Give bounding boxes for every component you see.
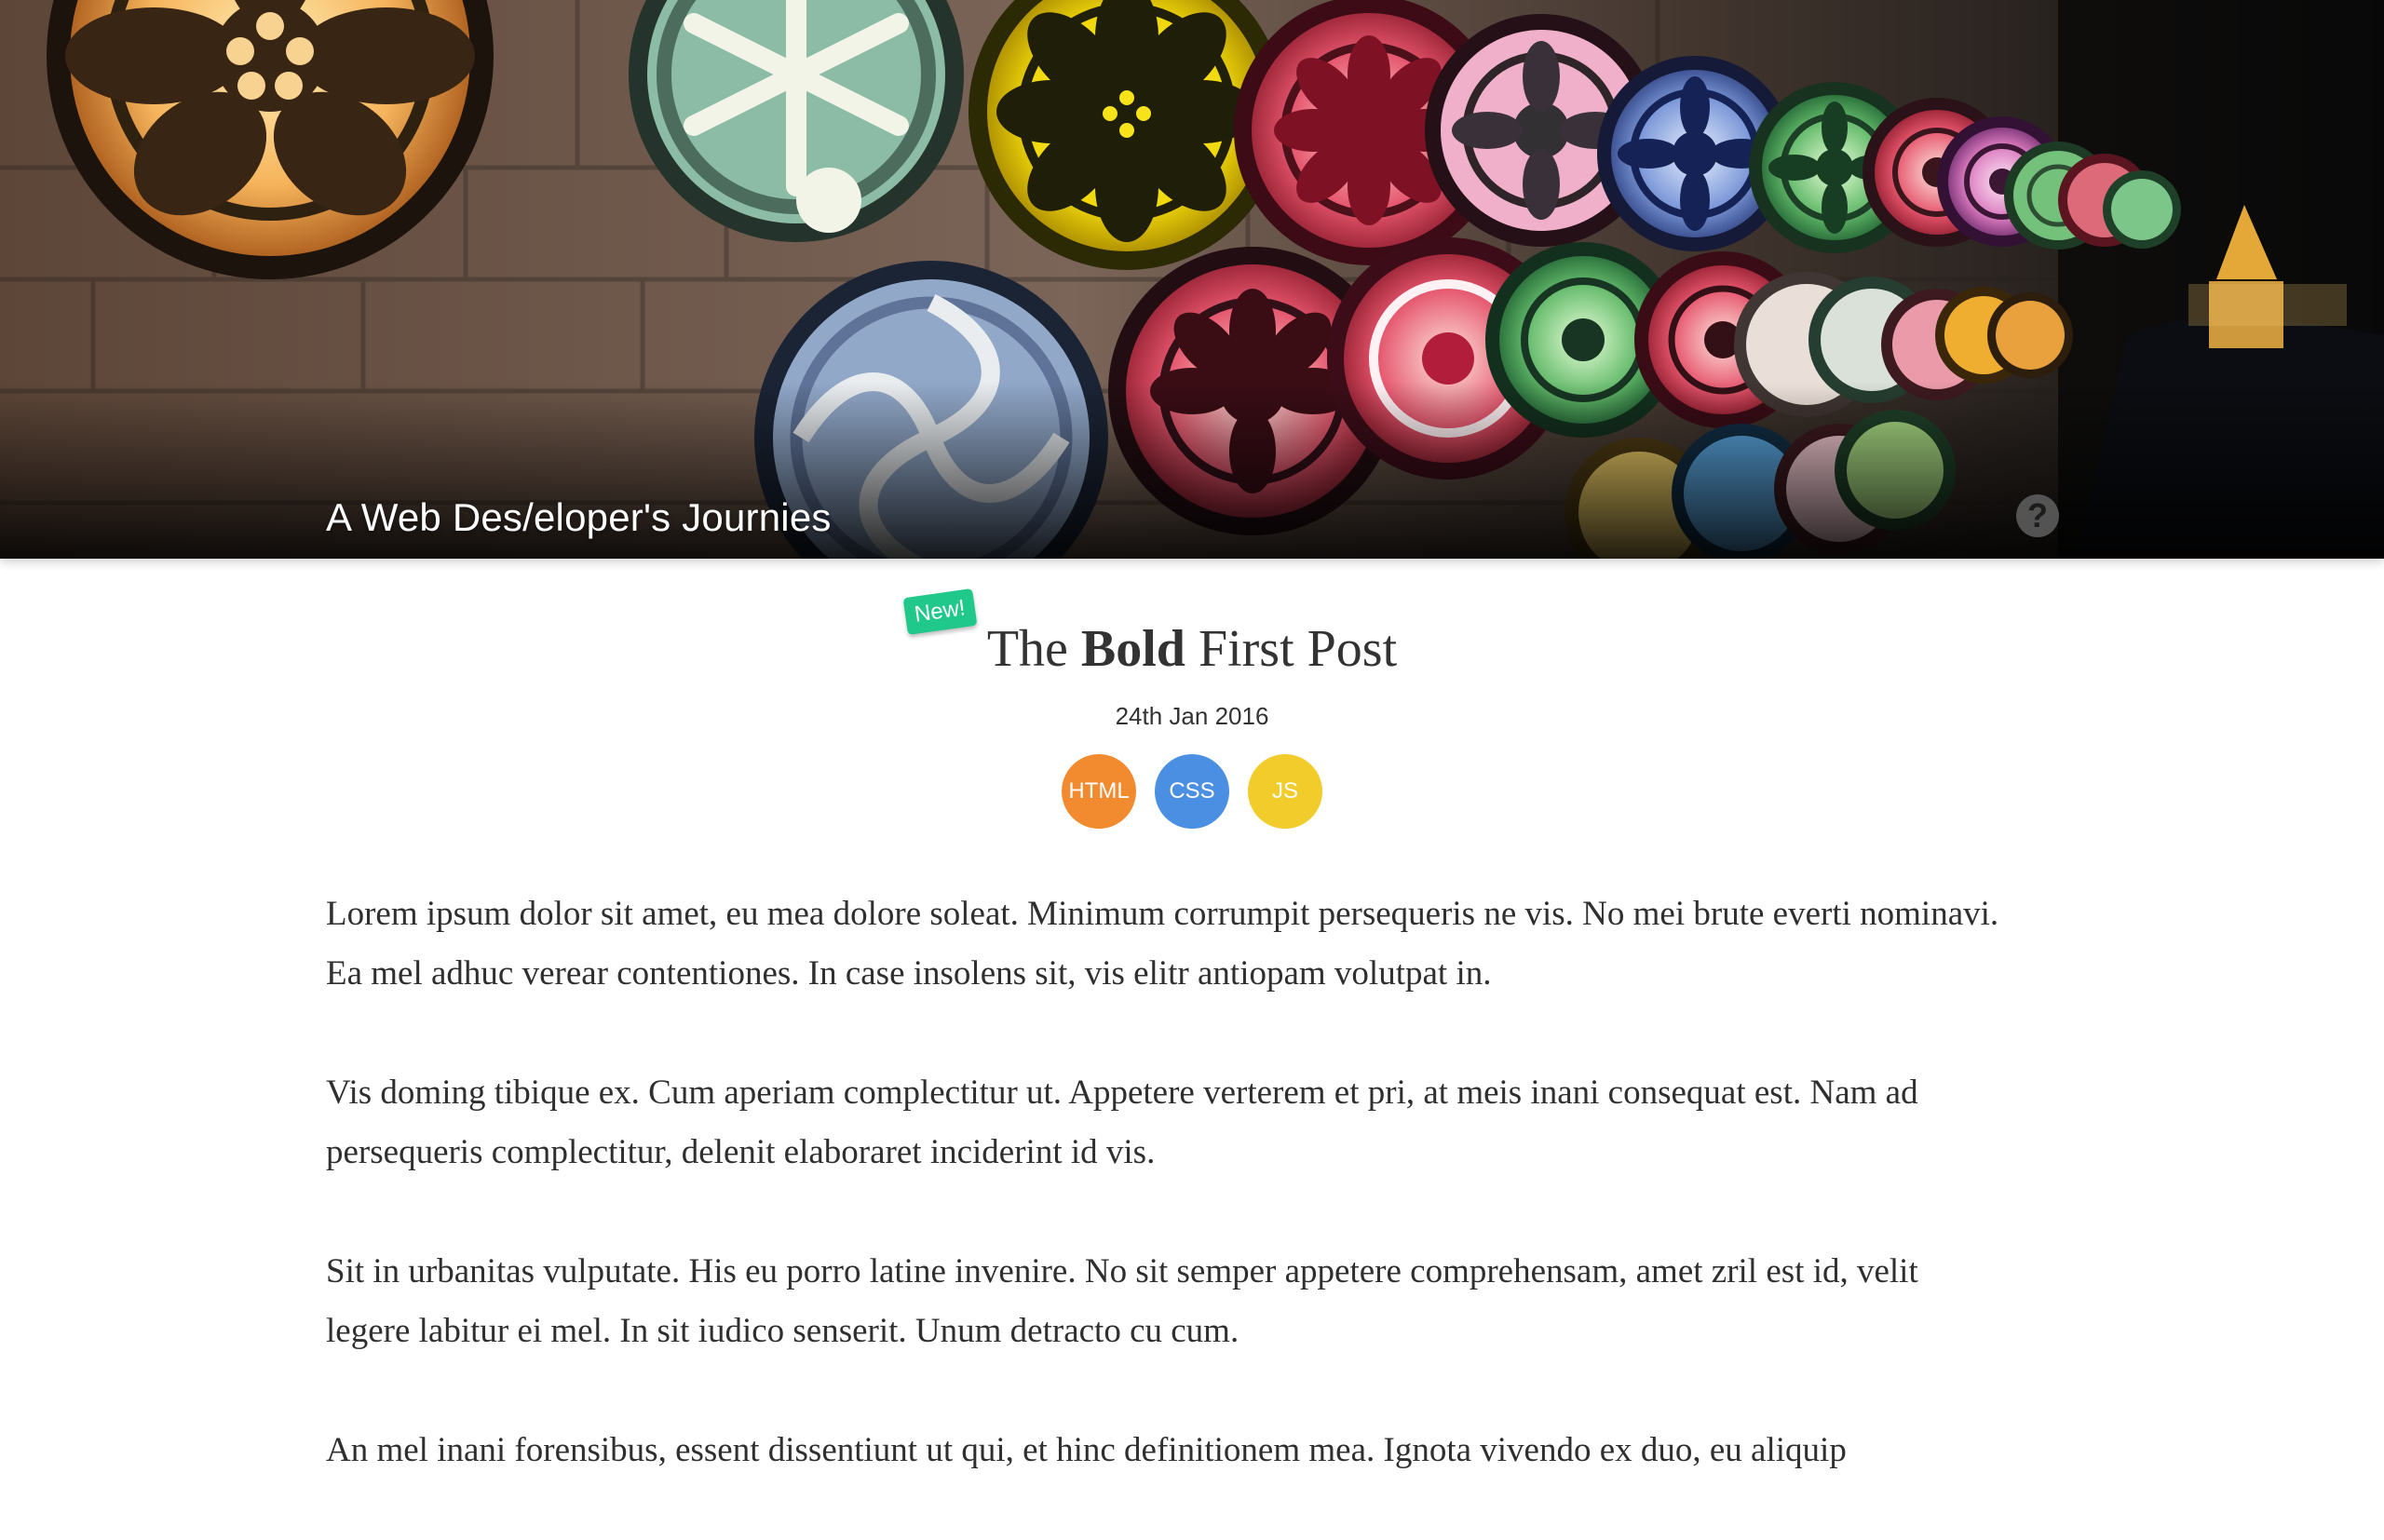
question-circle-icon[interactable]: ? [2016, 494, 2059, 537]
post-header: New! The Bold First Post 24th Jan 2016 H… [0, 559, 2384, 829]
post-title-wrap: New! The Bold First Post [902, 588, 1397, 682]
post-tags: HTML CSS JS [0, 754, 2384, 829]
post-title-bold: Bold [1080, 620, 1185, 678]
post-paragraph-1: Lorem ipsum dolor sit amet, eu mea dolor… [326, 895, 1999, 993]
post-paragraph-4: An mel inani forensibus, essent dissenti… [326, 1431, 1847, 1469]
post-title-suffix: First Post [1185, 620, 1398, 678]
post-date: 24th Jan 2016 [1115, 702, 1269, 730]
site-title[interactable]: A Web Des/eloper's Journies [326, 489, 832, 547]
tag-html[interactable]: HTML [1062, 754, 1136, 829]
new-badge: New! [902, 588, 977, 636]
post-title: The Bold First Post [987, 615, 1397, 682]
tag-css[interactable]: CSS [1155, 754, 1229, 829]
post-paragraph-3: Sit in urbanitas vulputate. His eu porro… [326, 1252, 1918, 1350]
post-body: Lorem ipsum dolor sit amet, eu mea dolor… [326, 885, 2058, 1540]
post-title-prefix: The [986, 620, 1081, 678]
post-paragraph-2: Vis doming tibique ex. Cum aperiam compl… [326, 1074, 1918, 1171]
tag-js[interactable]: JS [1248, 754, 1322, 829]
site-header: A Web Des/eloper's Journies ? [0, 0, 2384, 559]
